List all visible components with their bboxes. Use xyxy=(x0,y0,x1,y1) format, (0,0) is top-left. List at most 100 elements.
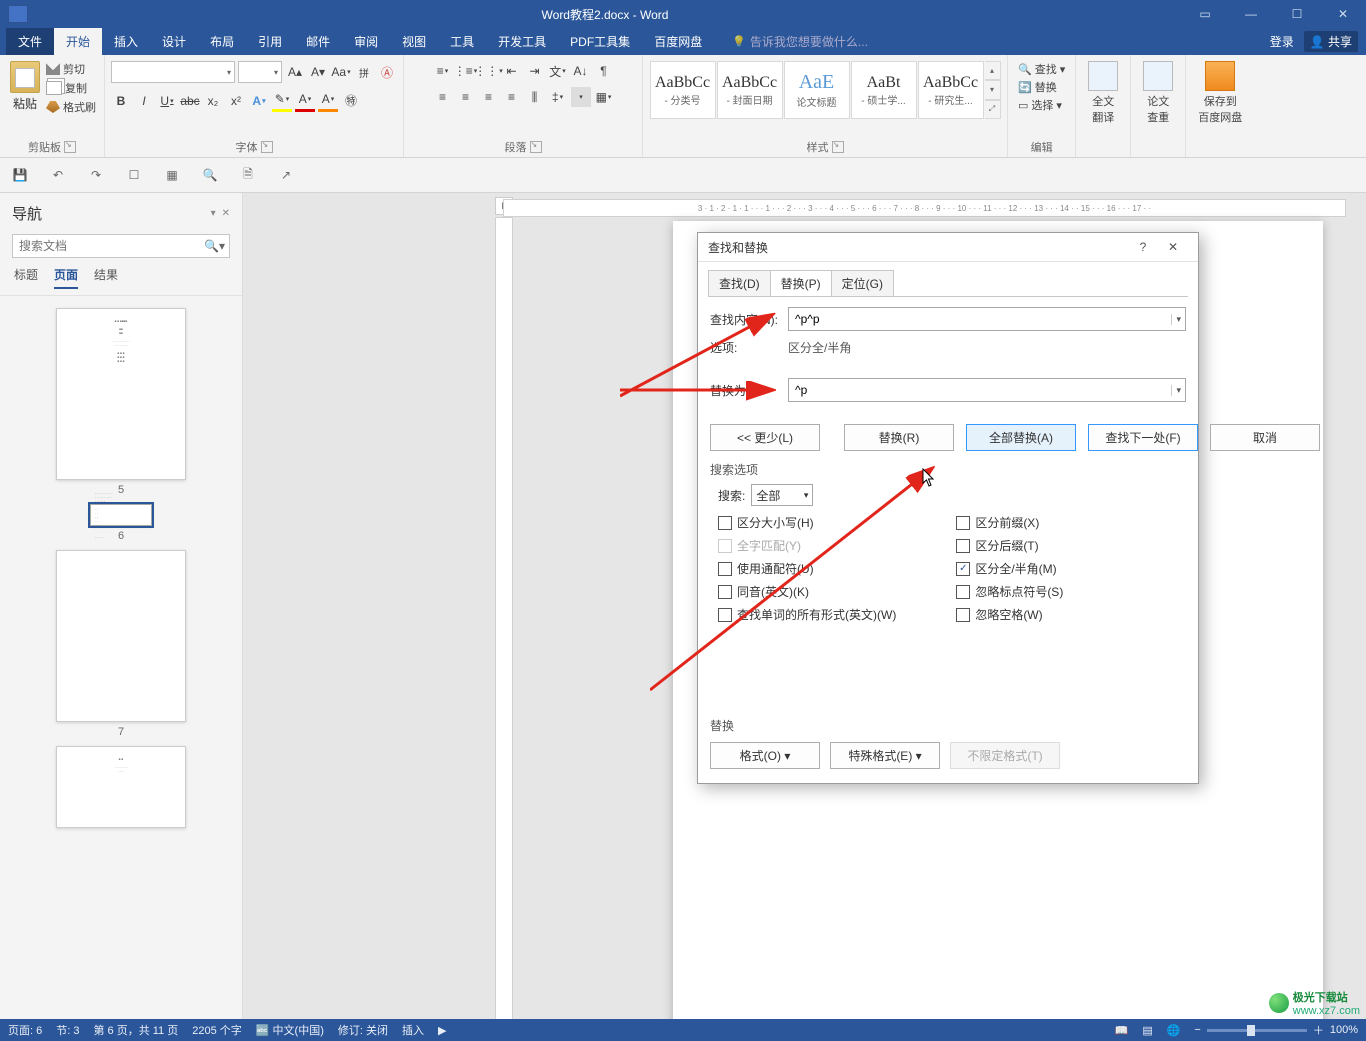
horizontal-ruler[interactable]: 3 · 1 · 2 · 1 · 1 · · · 1 · · · 2 · · · … xyxy=(503,199,1346,217)
nav-tab-headings[interactable]: 标题 xyxy=(14,266,38,289)
font-name-combo[interactable]: ▾ xyxy=(111,61,235,83)
zoom-value[interactable]: 100% xyxy=(1330,1024,1358,1036)
ck-match-case[interactable]: 区分大小写(H) xyxy=(718,514,896,531)
ck-ignore-punct[interactable]: 忽略标点符号(S) xyxy=(956,583,1063,600)
justify-icon[interactable]: ≡ xyxy=(502,87,522,107)
search-direction-select[interactable]: 全部▾ xyxy=(751,484,813,506)
insert-table-icon[interactable]: ▦ xyxy=(162,165,182,185)
preview-icon[interactable]: 🗎 xyxy=(238,165,258,185)
thumb-page-5[interactable]: ■ ■ ■■■■■■■■- - - - - - - - - -- - - - -… xyxy=(56,308,186,480)
tab-mailings[interactable]: 邮件 xyxy=(294,28,342,55)
clear-format-icon[interactable]: Ⓐ xyxy=(377,62,397,82)
launcher-icon[interactable] xyxy=(261,141,273,153)
tab-layout[interactable]: 布局 xyxy=(198,28,246,55)
tab-review[interactable]: 审阅 xyxy=(342,28,390,55)
italic-button[interactable]: I xyxy=(134,91,154,111)
sort-icon[interactable]: A↓ xyxy=(571,61,591,81)
find-next-button[interactable]: 查找下一处(F) xyxy=(1088,424,1198,451)
styles-more[interactable]: ▴▾⤢ xyxy=(985,61,1001,119)
bold-button[interactable]: B xyxy=(111,91,131,111)
replace-value[interactable] xyxy=(793,382,1171,398)
nav-search-input[interactable] xyxy=(17,238,204,254)
tab-pdf[interactable]: PDF工具集 xyxy=(558,28,642,55)
special-button[interactable]: 特殊格式(E) ▾ xyxy=(830,742,940,769)
tab-baidu[interactable]: 百度网盘 xyxy=(642,28,714,55)
status-insert[interactable]: 插入 xyxy=(402,1022,424,1038)
superscript-button[interactable]: x² xyxy=(226,91,246,111)
replace-button[interactable]: 🔄 替换 xyxy=(1018,79,1057,95)
status-word-count[interactable]: 2205 个字 xyxy=(192,1022,242,1038)
show-marks-icon[interactable]: ¶ xyxy=(594,61,614,81)
ck-sounds-like[interactable]: 同音(英文)(K) xyxy=(718,583,896,600)
style-tile[interactable]: AaBbCc- 分类号 xyxy=(650,61,716,119)
font-size-combo[interactable]: ▾ xyxy=(238,61,282,83)
shading-icon[interactable]: ▾ xyxy=(571,87,591,107)
status-language[interactable]: 🔤 中文(中国) xyxy=(256,1022,324,1038)
enclose-char-icon[interactable]: ㊕ xyxy=(341,91,361,111)
format-button[interactable]: 格式(O) ▾ xyxy=(710,742,820,769)
minimize-icon[interactable]: — xyxy=(1228,0,1274,28)
launcher-icon[interactable] xyxy=(530,141,542,153)
vertical-ruler[interactable] xyxy=(495,217,513,1041)
replace-with-input[interactable]: ▾ xyxy=(788,378,1186,402)
subscript-button[interactable]: x₂ xyxy=(203,91,223,111)
borders-icon[interactable]: ▦▾ xyxy=(594,87,614,107)
less-button[interactable]: << 更少(L) xyxy=(710,424,820,451)
nav-search[interactable]: 🔍▾ xyxy=(12,234,230,258)
search-icon[interactable]: 🔍▾ xyxy=(204,239,225,253)
dlg-tab-goto[interactable]: 定位(G) xyxy=(831,270,894,296)
status-section[interactable]: 节: 3 xyxy=(56,1022,79,1038)
find-button[interactable]: 🔍 查找 ▾ xyxy=(1018,61,1065,77)
highlight-color-icon[interactable]: ✎▾ xyxy=(272,89,292,112)
cut-button[interactable]: 剪切 xyxy=(46,61,96,77)
status-track[interactable]: 修订: 关闭 xyxy=(338,1022,388,1038)
view-read-icon[interactable]: 📖 xyxy=(1115,1024,1129,1037)
baidu-save-button[interactable]: 保存到 百度网盘 xyxy=(1192,57,1248,125)
status-page-count[interactable]: 第 6 页，共 11 页 xyxy=(93,1022,178,1038)
style-tile[interactable]: AaBbCc- 研究生... xyxy=(918,61,984,119)
share-button[interactable]: 👤 共享 xyxy=(1304,31,1358,52)
nav-tab-pages[interactable]: 页面 xyxy=(54,266,78,289)
style-tile[interactable]: AaBt- 硕士学... xyxy=(851,61,917,119)
numbering-icon[interactable]: ⋮≡▾ xyxy=(456,61,476,81)
ck-suffix[interactable]: 区分后缀(T) xyxy=(956,537,1063,554)
select-button[interactable]: ▭ 选择 ▾ xyxy=(1018,97,1062,113)
tab-design[interactable]: 设计 xyxy=(150,28,198,55)
chevron-down-icon[interactable]: ▾ xyxy=(1171,314,1181,325)
ck-ignore-space[interactable]: 忽略空格(W) xyxy=(956,606,1063,623)
align-left-icon[interactable]: ≡ xyxy=(433,87,453,107)
tab-references[interactable]: 引用 xyxy=(246,28,294,55)
shrink-font-icon[interactable]: A▾ xyxy=(308,62,328,82)
login-link[interactable]: 登录 xyxy=(1270,33,1294,50)
zoom-out-icon[interactable]: − xyxy=(1194,1024,1200,1036)
maximize-icon[interactable]: ☐ xyxy=(1274,0,1320,28)
thumb-page-8[interactable]: ■ ■- - - - - - -- - - - xyxy=(56,746,186,828)
view-print-icon[interactable]: ▤ xyxy=(1142,1024,1152,1037)
print-preview-icon[interactable]: 🔍 xyxy=(200,165,220,185)
dialog-help-icon[interactable]: ? xyxy=(1128,240,1158,254)
ck-width[interactable]: ✓区分全/半角(M) xyxy=(956,560,1063,577)
zoom-slider[interactable] xyxy=(1207,1029,1307,1032)
ck-wildcards[interactable]: 使用通配符(U) xyxy=(718,560,896,577)
paper-review-button[interactable]: 论文 查重 xyxy=(1137,57,1179,125)
status-macro-icon[interactable]: ▶ xyxy=(438,1024,446,1037)
undo-icon[interactable]: ↶ xyxy=(48,165,68,185)
nav-tab-results[interactable]: 结果 xyxy=(94,266,118,289)
replace-all-button[interactable]: 全部替换(A) xyxy=(966,424,1076,451)
chevron-down-icon[interactable]: ▾ xyxy=(1171,385,1181,396)
close-icon[interactable]: ✕ xyxy=(1320,0,1366,28)
ribbon-display-icon[interactable]: ▭ xyxy=(1182,0,1228,28)
tab-insert[interactable]: 插入 xyxy=(102,28,150,55)
dialog-close-icon[interactable]: ✕ xyxy=(1158,240,1188,254)
redo-icon[interactable]: ↷ xyxy=(86,165,106,185)
read-mode-icon[interactable]: ↗ xyxy=(276,165,296,185)
translate-button[interactable]: 全文 翻译 xyxy=(1082,57,1124,125)
align-center-icon[interactable]: ≡ xyxy=(456,87,476,107)
line-spacing-icon[interactable]: ‡▾ xyxy=(548,87,568,107)
status-page[interactable]: 页面: 6 xyxy=(8,1022,42,1038)
copy-button[interactable]: 复制 xyxy=(46,80,96,96)
replace-button[interactable]: 替换(R) xyxy=(844,424,954,451)
char-shading-icon[interactable]: A▾ xyxy=(318,89,338,112)
bullets-icon[interactable]: ≡▾ xyxy=(433,61,453,81)
dlg-tab-replace[interactable]: 替换(P) xyxy=(770,270,832,296)
